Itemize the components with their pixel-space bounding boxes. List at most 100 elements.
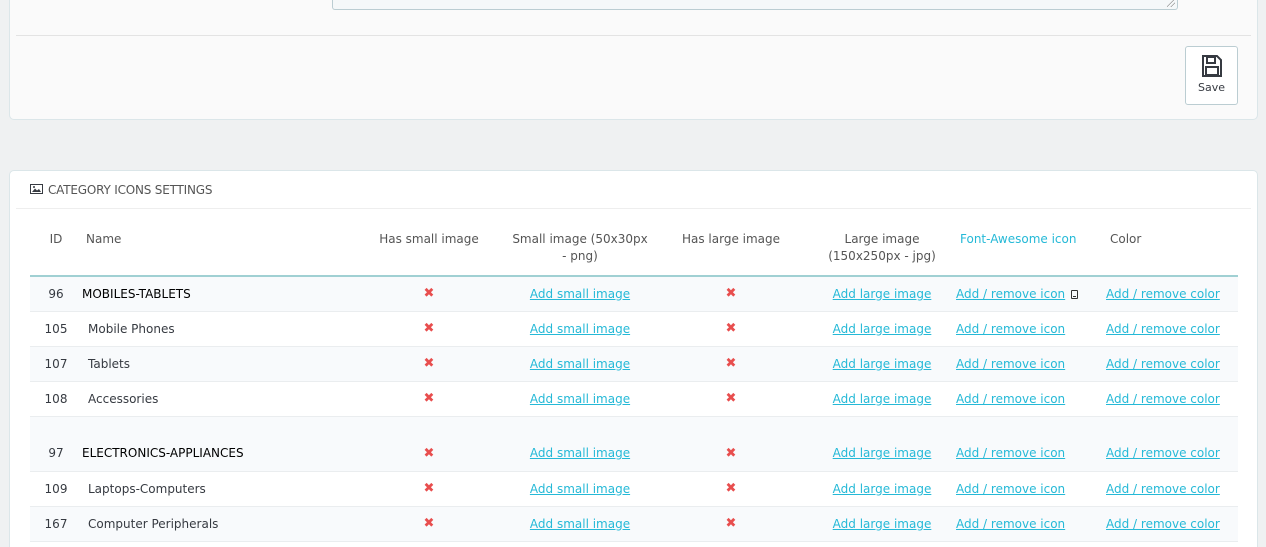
add-large-image-link[interactable]: Add large image <box>833 446 932 460</box>
add-color-link[interactable]: Add / remove color <box>1106 446 1220 460</box>
has-large-cell: ✖ <box>654 311 808 347</box>
cross-icon: ✖ <box>725 391 737 406</box>
table-row: 105 Mobile Phones ✖ Add small image ✖ Ad… <box>30 311 1238 347</box>
cross-icon: ✖ <box>725 516 737 531</box>
col-name: Name <box>82 219 352 277</box>
add-icon-link[interactable]: Add / remove icon <box>956 517 1065 531</box>
small-image-cell: Add small image <box>506 311 654 347</box>
col-large-image: Large image (150x250px - jpg) <box>808 219 956 277</box>
add-large-image-link[interactable]: Add large image <box>833 287 932 301</box>
category-icons-panel: CATEGORY ICONS SETTINGS ID Name Has smal… <box>9 170 1258 547</box>
top-panel: Save <box>9 0 1258 120</box>
col-color: Color <box>1106 219 1238 277</box>
group-spacer <box>30 416 1238 436</box>
col-small-image: Small image (50x30px - png) <box>506 219 654 277</box>
row-name: Computer Peripherals <box>82 506 352 542</box>
color-cell: Add / remove color <box>1106 311 1238 347</box>
add-small-image-link[interactable]: Add small image <box>530 446 630 460</box>
add-icon-link[interactable]: Add / remove icon <box>956 322 1065 336</box>
category-table: ID Name Has small image Small image (50x… <box>30 219 1238 542</box>
save-icon <box>1201 55 1222 77</box>
cross-icon: ✖ <box>725 445 737 461</box>
cross-icon: ✖ <box>423 321 435 336</box>
small-image-cell: Add small image <box>506 276 654 312</box>
resize-grip-icon[interactable] <box>1167 0 1175 7</box>
col-id: ID <box>30 219 82 277</box>
color-cell: Add / remove color <box>1106 471 1238 507</box>
icon-cell: Add / remove icon <box>956 311 1106 347</box>
cross-icon: ✖ <box>423 286 435 302</box>
col-has-small: Has small image <box>352 219 506 277</box>
add-small-image-link[interactable]: Add small image <box>530 322 630 336</box>
save-button-label: Save <box>1197 81 1225 94</box>
small-image-cell: Add small image <box>506 506 654 542</box>
panel-footer-divider <box>16 35 1251 36</box>
color-cell: Add / remove color <box>1106 381 1238 417</box>
add-large-image-link[interactable]: Add large image <box>833 392 932 406</box>
panel-title: CATEGORY ICONS SETTINGS <box>48 182 213 197</box>
add-color-link[interactable]: Add / remove color <box>1106 392 1220 406</box>
mobile-icon <box>1071 289 1079 299</box>
add-small-image-link[interactable]: Add small image <box>530 287 630 301</box>
icon-cell: Add / remove icon <box>956 436 1106 472</box>
cross-icon: ✖ <box>725 481 737 496</box>
row-id: 96 <box>30 276 82 312</box>
row-name: Mobile Phones <box>82 311 352 347</box>
save-button[interactable]: Save <box>1185 46 1238 105</box>
color-cell: Add / remove color <box>1106 346 1238 382</box>
add-small-image-link[interactable]: Add small image <box>530 482 630 496</box>
has-small-cell: ✖ <box>352 276 506 312</box>
has-large-cell: ✖ <box>654 436 808 472</box>
row-name: Tablets <box>82 346 352 382</box>
add-icon-link[interactable]: Add / remove icon <box>956 482 1065 496</box>
row-id: 97 <box>30 436 82 472</box>
cross-icon: ✖ <box>423 516 435 531</box>
large-image-cell: Add large image <box>808 276 956 312</box>
large-image-cell: Add large image <box>808 381 956 417</box>
cross-icon: ✖ <box>423 481 435 496</box>
row-id: 167 <box>30 506 82 542</box>
col-fa-icon[interactable]: Font-Awesome icon <box>956 219 1106 277</box>
row-id: 107 <box>30 346 82 382</box>
add-icon-link[interactable]: Add / remove icon <box>956 357 1065 371</box>
icon-cell: Add / remove icon <box>956 471 1106 507</box>
row-id: 108 <box>30 381 82 417</box>
description-textarea[interactable] <box>332 0 1178 10</box>
large-image-cell: Add large image <box>808 436 956 472</box>
icon-cell: Add / remove icon <box>956 276 1106 312</box>
add-large-image-link[interactable]: Add large image <box>833 517 932 531</box>
add-large-image-link[interactable]: Add large image <box>833 322 932 336</box>
add-color-link[interactable]: Add / remove color <box>1106 357 1220 371</box>
small-image-cell: Add small image <box>506 346 654 382</box>
icon-cell: Add / remove icon <box>956 506 1106 542</box>
has-small-cell: ✖ <box>352 381 506 417</box>
add-color-link[interactable]: Add / remove color <box>1106 287 1220 301</box>
add-icon-link[interactable]: Add / remove icon <box>956 287 1065 301</box>
color-cell: Add / remove color <box>1106 506 1238 542</box>
add-icon-link[interactable]: Add / remove icon <box>956 392 1065 406</box>
add-color-link[interactable]: Add / remove color <box>1106 322 1220 336</box>
add-large-image-link[interactable]: Add large image <box>833 357 932 371</box>
cross-icon: ✖ <box>423 445 435 461</box>
table-row: 108 Accessories ✖ Add small image ✖ Add … <box>30 381 1238 417</box>
has-small-cell: ✖ <box>352 506 506 542</box>
table-row: 167 Computer Peripherals ✖ Add small ima… <box>30 506 1238 542</box>
row-name: Accessories <box>82 381 352 417</box>
add-color-link[interactable]: Add / remove color <box>1106 517 1220 531</box>
table-row: 109 Laptops-Computers ✖ Add small image … <box>30 471 1238 507</box>
cross-icon: ✖ <box>725 356 737 371</box>
add-small-image-link[interactable]: Add small image <box>530 357 630 371</box>
add-small-image-link[interactable]: Add small image <box>530 517 630 531</box>
add-small-image-link[interactable]: Add small image <box>530 392 630 406</box>
row-id: 105 <box>30 311 82 347</box>
small-image-cell: Add small image <box>506 381 654 417</box>
image-icon <box>30 183 43 197</box>
row-name: Laptops-Computers <box>82 471 352 507</box>
table-row: 97 ELECTRONICS-APPLIANCES ✖ Add small im… <box>30 436 1238 472</box>
add-large-image-link[interactable]: Add large image <box>833 482 932 496</box>
small-image-cell: Add small image <box>506 471 654 507</box>
row-name: MOBILES-TABLETS <box>82 276 352 312</box>
add-color-link[interactable]: Add / remove color <box>1106 482 1220 496</box>
add-icon-link[interactable]: Add / remove icon <box>956 446 1065 460</box>
color-cell: Add / remove color <box>1106 436 1238 472</box>
